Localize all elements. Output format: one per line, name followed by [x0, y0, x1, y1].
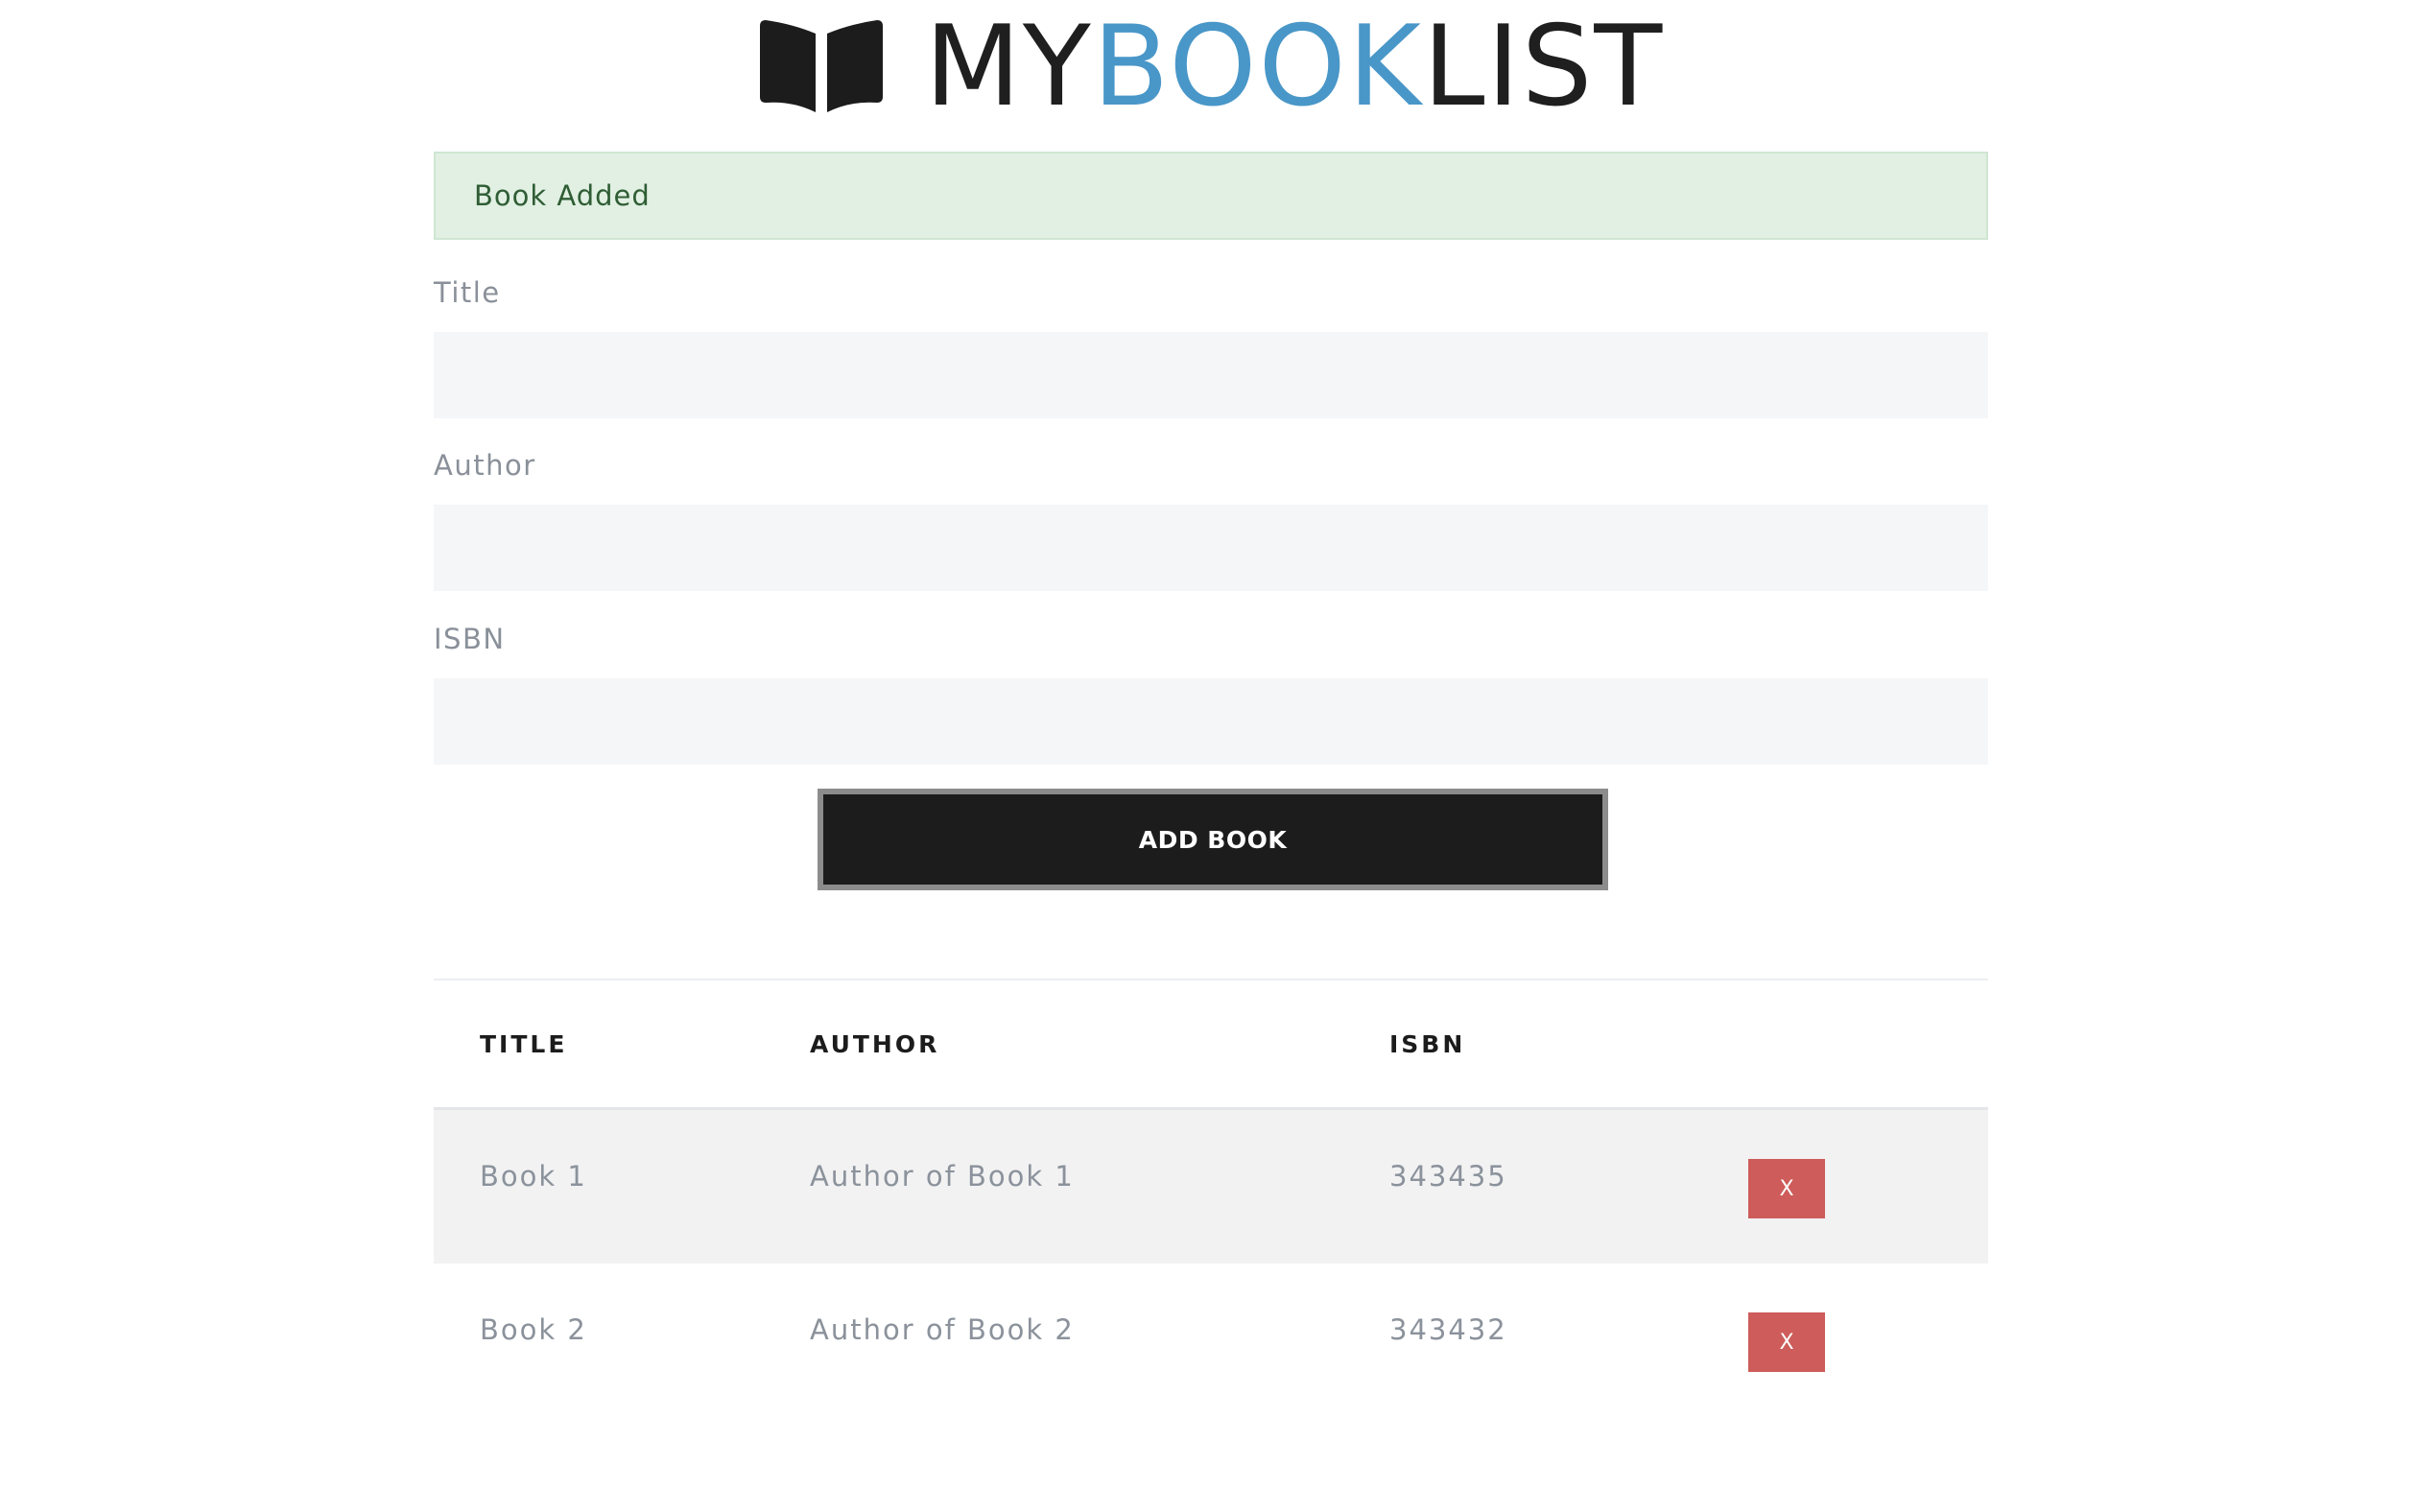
success-alert: Book Added [434, 152, 1988, 240]
site-header: MYBOOKLIST [432, 12, 1990, 123]
cell-isbn: 343435 [1389, 1160, 1507, 1193]
brand-part-my: MY [924, 2, 1093, 131]
delete-book-button[interactable]: X [1748, 1159, 1825, 1218]
open-book-icon [759, 20, 883, 112]
column-header-title: TITLE [480, 1030, 568, 1058]
section-divider [434, 979, 1988, 980]
title-input[interactable] [434, 332, 1988, 418]
cell-isbn: 343432 [1389, 1313, 1507, 1346]
column-header-author: AUTHOR [810, 1030, 940, 1058]
cell-author: Author of Book 2 [810, 1313, 1075, 1346]
cell-title: Book 2 [480, 1313, 587, 1346]
table-row: Book 1 Author of Book 1 343435 X [434, 1110, 1988, 1264]
add-book-button[interactable]: ADD BOOK [818, 789, 1608, 890]
alert-message: Book Added [474, 179, 651, 212]
author-input[interactable] [434, 505, 1988, 591]
title-label: Title [434, 276, 501, 309]
author-label: Author [434, 449, 536, 482]
cell-title: Book 1 [480, 1160, 587, 1193]
cell-author: Author of Book 1 [810, 1160, 1075, 1193]
table-row: Book 2 Author of Book 2 343432 X [434, 1264, 1988, 1417]
brand-part-book: BOOK [1092, 2, 1423, 131]
isbn-label: ISBN [434, 623, 506, 655]
delete-book-button[interactable]: X [1748, 1312, 1825, 1372]
isbn-input[interactable] [434, 678, 1988, 765]
brand-logo-text: MYBOOKLIST [925, 12, 1665, 123]
brand-part-list: LIST [1422, 2, 1665, 131]
column-header-isbn: ISBN [1389, 1030, 1466, 1058]
